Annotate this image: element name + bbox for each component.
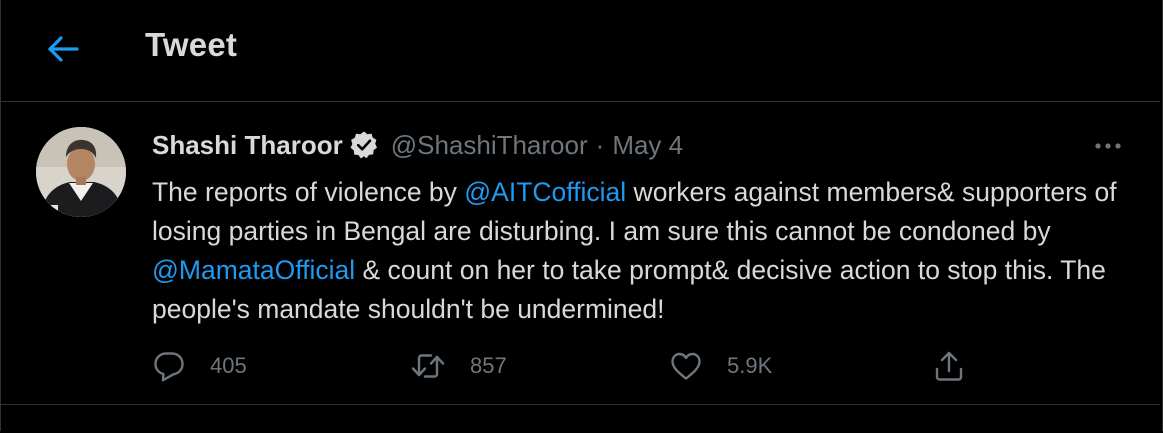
reply-count: 405 <box>210 353 247 378</box>
avatar[interactable] <box>36 127 126 217</box>
arrow-left-icon <box>47 34 81 64</box>
more-options-button[interactable] <box>1088 134 1128 158</box>
back-button[interactable] <box>43 30 85 68</box>
separator-dot: · <box>595 129 605 160</box>
page-header: Tweet <box>1 0 1160 102</box>
heart-icon <box>669 351 703 381</box>
like-count: 5.9K <box>727 353 773 378</box>
page-title: Tweet <box>145 26 238 63</box>
retweet-button[interactable]: 857 <box>410 346 507 386</box>
share-button[interactable] <box>932 346 966 386</box>
reply-button[interactable]: 405 <box>152 346 247 386</box>
author-handle[interactable]: @ShashiTharoor <box>391 130 588 161</box>
tweet-date[interactable]: May 4 <box>612 130 683 161</box>
author-name[interactable]: Shashi Tharoor <box>152 130 343 161</box>
tweet[interactable]: Shashi Tharoor @ShashiTharoor · May 4 Th… <box>1 102 1160 405</box>
tweet-text: The reports of violence by @AITCofficial… <box>152 173 1142 329</box>
mention-link[interactable]: @AITCofficial <box>464 177 626 207</box>
mention-link[interactable]: @MamataOfficial <box>152 255 355 285</box>
more-horizontal-icon <box>1094 142 1122 150</box>
tweet-text-part: The reports of violence by <box>152 177 465 207</box>
share-icon <box>932 349 966 383</box>
like-button[interactable]: 5.9K <box>669 346 772 386</box>
tweet-header: Shashi Tharoor @ShashiTharoor · May 4 <box>152 129 683 161</box>
retweet-count: 857 <box>470 353 507 378</box>
tweet-actions: 405 857 5.9K <box>152 346 982 386</box>
retweet-icon <box>410 351 446 381</box>
verified-badge-icon <box>349 130 379 160</box>
reply-icon <box>152 350 186 382</box>
